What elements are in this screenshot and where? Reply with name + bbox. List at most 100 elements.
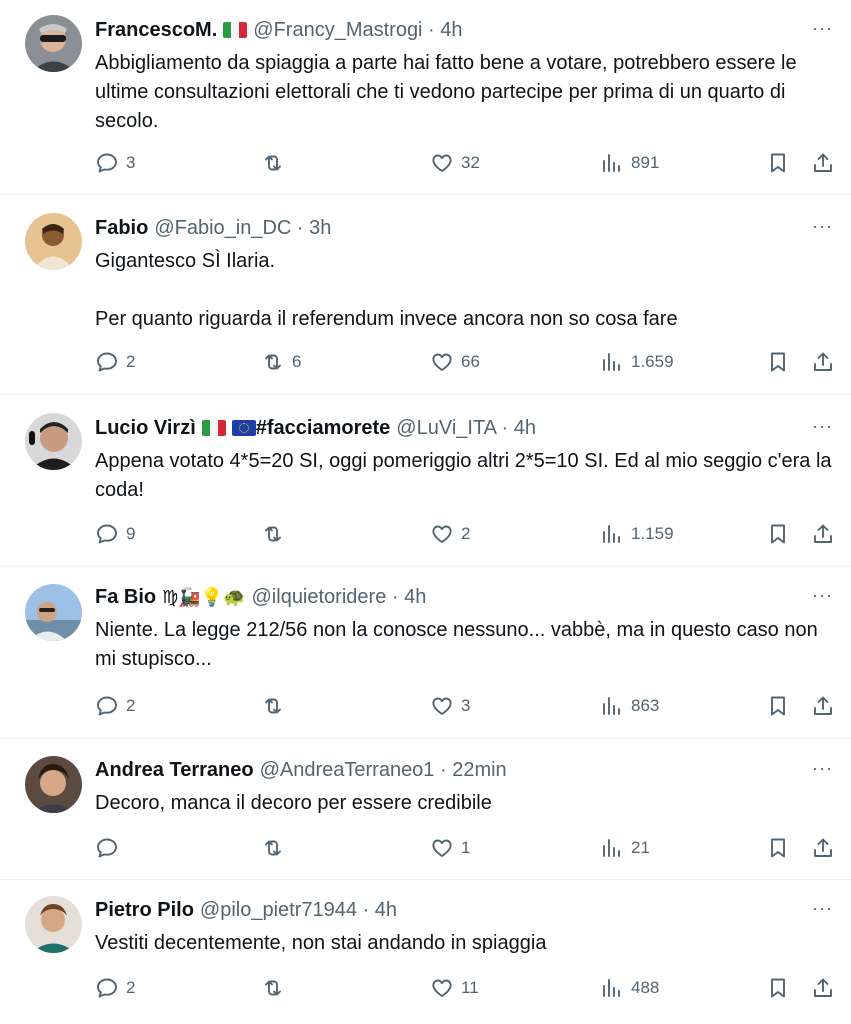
views-icon xyxy=(603,979,620,997)
author-name[interactable]: Fabio xyxy=(95,215,148,241)
author-name[interactable]: Andrea Terraneo xyxy=(95,757,254,783)
like-count: 32 xyxy=(461,153,480,172)
bookmark-button[interactable] xyxy=(766,973,790,1003)
like-button[interactable]: 66 xyxy=(430,347,480,377)
author-handle[interactable]: @AndreaTerraneo1 · 22min xyxy=(260,757,507,783)
tweet[interactable]: Fabio @Fabio_in_DC · 3h ··· Gigantesco S… xyxy=(0,195,851,395)
reply-count: 2 xyxy=(126,978,136,997)
reply-button[interactable]: 9 xyxy=(95,519,135,549)
author-name[interactable]: Fa Bio xyxy=(95,584,156,610)
tweet[interactable]: Pietro Pilo @pilo_pietr71944 · 4h ··· Ve… xyxy=(0,880,851,1024)
tweet-actions: 2 11 488 xyxy=(95,973,833,1003)
tweet-actions: 1 21 xyxy=(95,833,833,863)
tweet-text: Vestiti decentemente, non stai andando i… xyxy=(95,932,547,954)
more-icon[interactable]: ··· xyxy=(812,215,833,237)
reply-count: 2 xyxy=(126,352,136,371)
like-button[interactable]: 32 xyxy=(430,148,480,178)
views-icon xyxy=(603,154,620,172)
views-icon xyxy=(603,353,620,371)
avatar[interactable] xyxy=(25,896,82,953)
reply-button[interactable]: 3 xyxy=(95,148,135,178)
tweet[interactable]: Andrea Terraneo @AndreaTerraneo1 · 22min… xyxy=(0,739,851,880)
views-button[interactable]: 1.159 xyxy=(600,519,674,549)
retweet-count: 6 xyxy=(292,352,302,371)
retweet-button[interactable] xyxy=(261,833,292,863)
avatar[interactable] xyxy=(25,413,82,470)
retweet-button[interactable] xyxy=(261,519,292,549)
avatar[interactable] xyxy=(25,584,82,641)
more-icon[interactable]: ··· xyxy=(812,584,833,606)
share-button[interactable] xyxy=(811,519,835,549)
heart-icon xyxy=(432,525,452,543)
share-button[interactable] xyxy=(811,691,835,721)
retweet-button[interactable] xyxy=(261,148,292,178)
tweet[interactable]: Fa Bio ♍🚂💡🐢 @ilquietoridere · 4h ··· Nie… xyxy=(0,567,851,739)
retweet-button[interactable] xyxy=(261,691,292,721)
reply-button[interactable]: 2 xyxy=(95,973,135,1003)
tweet-header: Andrea Terraneo @AndreaTerraneo1 · 22min xyxy=(95,757,833,783)
like-button[interactable]: 2 xyxy=(430,519,470,549)
like-button[interactable]: 1 xyxy=(430,833,470,863)
author-name[interactable]: Lucio Virzì xyxy=(95,415,196,441)
avatar[interactable] xyxy=(25,15,82,72)
views-count: 488 xyxy=(631,978,660,997)
tweet-header: FrancescoM. @Francy_Mastrogi · 4h xyxy=(95,17,833,43)
share-button[interactable] xyxy=(811,347,835,377)
author-handle[interactable]: @ilquietoridere · 4h xyxy=(252,584,427,610)
retweet-button[interactable] xyxy=(261,973,292,1003)
share-button[interactable] xyxy=(811,833,835,863)
retweet-icon xyxy=(265,698,281,714)
reply-count: 9 xyxy=(126,524,136,543)
share-button[interactable] xyxy=(811,148,835,178)
retweet-button[interactable]: 6 xyxy=(261,347,301,377)
italy-flag-icon xyxy=(201,420,226,436)
tweet-actions: 2 3 863 xyxy=(95,691,833,721)
like-count: 2 xyxy=(461,524,471,543)
avatar[interactable] xyxy=(25,213,82,270)
bookmark-icon xyxy=(771,524,785,544)
tweet[interactable]: FrancescoM. @Francy_Mastrogi · 4h ··· Ab… xyxy=(0,0,851,195)
views-button[interactable]: 1.659 xyxy=(600,347,674,377)
tweet-text: Appena votato 4*5=20 SI, oggi pomeriggio… xyxy=(95,450,838,501)
tweet-header: Fabio @Fabio_in_DC · 3h xyxy=(95,215,833,241)
views-button[interactable]: 21 xyxy=(600,833,650,863)
like-button[interactable]: 11 xyxy=(430,973,479,1003)
bookmark-icon xyxy=(771,352,785,372)
views-button[interactable]: 891 xyxy=(600,148,659,178)
like-button[interactable]: 3 xyxy=(430,691,470,721)
reply-count: 2 xyxy=(126,696,136,715)
more-icon[interactable]: ··· xyxy=(812,757,833,779)
heart-icon xyxy=(432,353,452,371)
author-handle[interactable]: @pilo_pietr71944 · 4h xyxy=(200,897,397,923)
heart-icon xyxy=(432,697,452,715)
more-icon[interactable]: ··· xyxy=(812,415,833,437)
bookmark-button[interactable] xyxy=(766,347,790,377)
author-handle[interactable]: @LuVi_ITA · 4h xyxy=(396,415,536,441)
share-icon xyxy=(814,352,832,371)
bookmark-button[interactable] xyxy=(766,148,790,178)
author-name[interactable]: FrancescoM. xyxy=(95,17,217,43)
author-name[interactable]: Pietro Pilo xyxy=(95,897,194,923)
avatar[interactable] xyxy=(25,756,82,813)
retweet-icon xyxy=(265,354,281,370)
views-count: 863 xyxy=(631,696,660,715)
more-icon[interactable]: ··· xyxy=(812,897,833,919)
reply-button[interactable] xyxy=(95,833,126,863)
views-button[interactable]: 488 xyxy=(600,973,659,1003)
bookmark-button[interactable] xyxy=(766,833,790,863)
tweet-header: Pietro Pilo @pilo_pietr71944 · 4h xyxy=(95,897,833,923)
author-handle[interactable]: @Francy_Mastrogi · 4h xyxy=(253,17,462,43)
tweet[interactable]: Lucio Virzì #facciamorete @LuVi_ITA · 4h… xyxy=(0,395,851,567)
reply-icon xyxy=(97,838,117,858)
author-handle[interactable]: @Fabio_in_DC · 3h xyxy=(154,215,331,241)
share-button[interactable] xyxy=(811,973,835,1003)
more-icon[interactable]: ··· xyxy=(812,17,833,39)
heart-icon xyxy=(432,154,452,172)
bookmark-button[interactable] xyxy=(766,691,790,721)
author-hashtag: #facciamorete xyxy=(255,417,391,439)
bookmark-button[interactable] xyxy=(766,519,790,549)
reply-button[interactable]: 2 xyxy=(95,691,135,721)
reply-button[interactable]: 2 xyxy=(95,347,135,377)
views-button[interactable]: 863 xyxy=(600,691,659,721)
bookmark-icon xyxy=(771,696,785,716)
